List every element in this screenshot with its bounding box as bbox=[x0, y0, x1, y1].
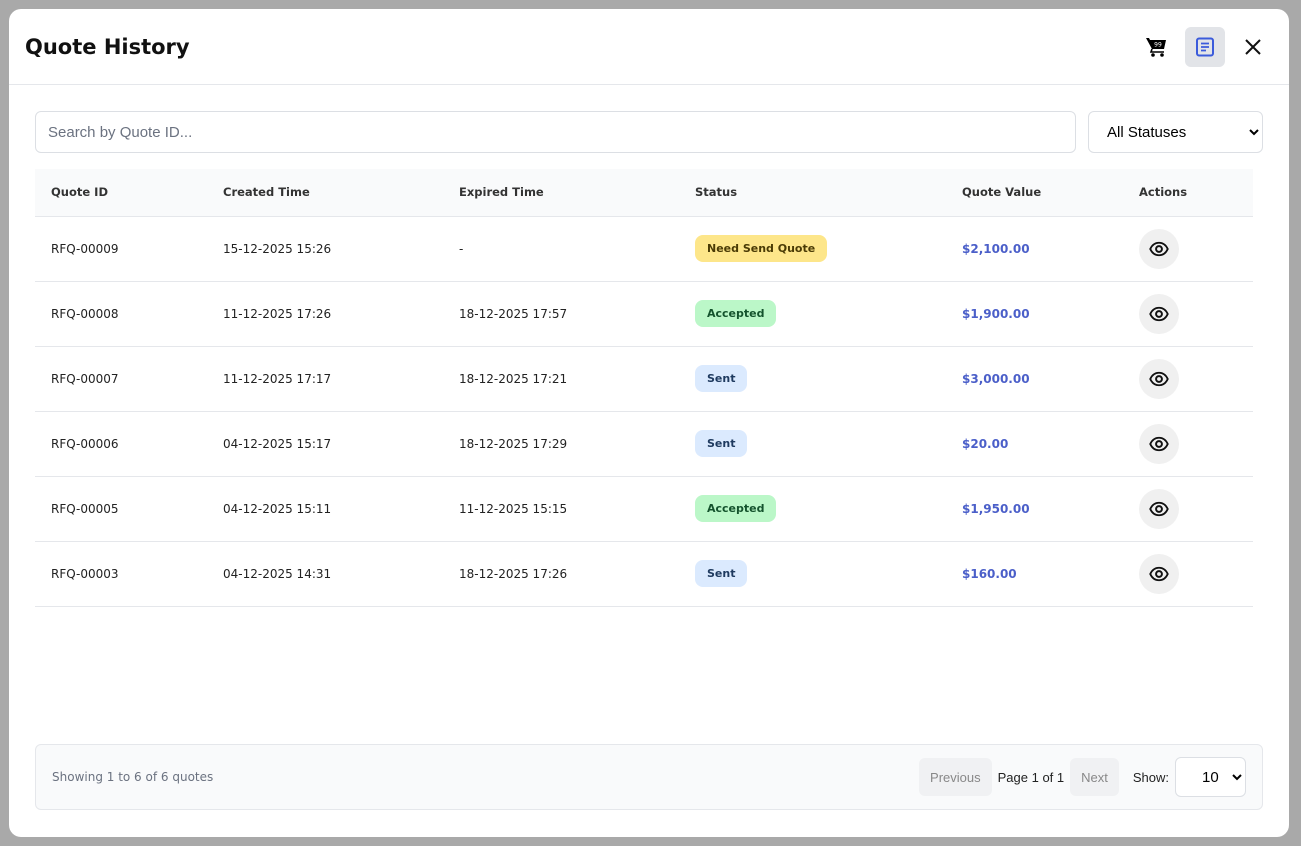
quotes-table: Quote IDCreated TimeExpired TimeStatusQu… bbox=[35, 169, 1253, 607]
quote-id: RFQ-00005 bbox=[35, 476, 207, 541]
status-badge: Need Send Quote bbox=[695, 235, 827, 262]
table-row: RFQ-00009 15-12-2025 15:26 - Need Send Q… bbox=[35, 216, 1253, 281]
next-button[interactable]: Next bbox=[1070, 758, 1119, 796]
quote-id: RFQ-00009 bbox=[35, 216, 207, 281]
actions-cell bbox=[1123, 411, 1253, 476]
expired-time: - bbox=[443, 216, 679, 281]
eye-icon bbox=[1149, 239, 1169, 259]
column-header: Status bbox=[679, 169, 946, 216]
table-row: RFQ-00003 04-12-2025 14:31 18-12-2025 17… bbox=[35, 541, 1253, 606]
modal-header: Quote History 99 bbox=[9, 9, 1289, 85]
eye-icon bbox=[1149, 499, 1169, 519]
pagination-footer: Showing 1 to 6 of 6 quotes Previous Page… bbox=[35, 744, 1263, 810]
quote-id: RFQ-00007 bbox=[35, 346, 207, 411]
page-size-label: Show: bbox=[1133, 770, 1169, 785]
quote-value: $1,950.00 bbox=[946, 476, 1123, 541]
actions-cell bbox=[1123, 281, 1253, 346]
created-time: 04-12-2025 15:17 bbox=[207, 411, 443, 476]
status-badge: Sent bbox=[695, 560, 747, 587]
quote-history-modal: Quote History 99 All Statuses Quote IDCr… bbox=[9, 9, 1289, 837]
created-time: 04-12-2025 14:31 bbox=[207, 541, 443, 606]
expired-time: 18-12-2025 17:21 bbox=[443, 346, 679, 411]
status-cell: Need Send Quote bbox=[679, 216, 946, 281]
created-time: 15-12-2025 15:26 bbox=[207, 216, 443, 281]
status-badge: Accepted bbox=[695, 300, 776, 327]
previous-button[interactable]: Previous bbox=[919, 758, 992, 796]
status-cell: Sent bbox=[679, 411, 946, 476]
status-cell: Sent bbox=[679, 541, 946, 606]
quote-value: $20.00 bbox=[946, 411, 1123, 476]
expired-time: 18-12-2025 17:26 bbox=[443, 541, 679, 606]
quote-id: RFQ-00008 bbox=[35, 281, 207, 346]
page-info: Page 1 of 1 bbox=[998, 770, 1065, 785]
view-quote-button[interactable] bbox=[1139, 554, 1179, 594]
filter-toolbar: All Statuses bbox=[35, 111, 1263, 153]
column-header: Expired Time bbox=[443, 169, 679, 216]
eye-icon bbox=[1149, 369, 1169, 389]
status-cell: Accepted bbox=[679, 281, 946, 346]
actions-cell bbox=[1123, 346, 1253, 411]
view-quote-button[interactable] bbox=[1139, 489, 1179, 529]
status-badge: Sent bbox=[695, 430, 747, 457]
created-time: 11-12-2025 17:17 bbox=[207, 346, 443, 411]
quote-value: $2,100.00 bbox=[946, 216, 1123, 281]
column-header: Quote Value bbox=[946, 169, 1123, 216]
column-header: Created Time bbox=[207, 169, 443, 216]
eye-icon bbox=[1149, 564, 1169, 584]
table-row: RFQ-00006 04-12-2025 15:17 18-12-2025 17… bbox=[35, 411, 1253, 476]
status-cell: Accepted bbox=[679, 476, 946, 541]
expired-time: 18-12-2025 17:29 bbox=[443, 411, 679, 476]
created-time: 11-12-2025 17:26 bbox=[207, 281, 443, 346]
quote-value: $1,900.00 bbox=[946, 281, 1123, 346]
column-header: Actions bbox=[1123, 169, 1253, 216]
cart-quote-button[interactable]: 99 bbox=[1137, 27, 1177, 67]
page-size-select[interactable]: 10 bbox=[1175, 757, 1246, 797]
search-input[interactable] bbox=[35, 111, 1076, 153]
table-row: RFQ-00007 11-12-2025 17:17 18-12-2025 17… bbox=[35, 346, 1253, 411]
quote-value: $3,000.00 bbox=[946, 346, 1123, 411]
quote-id: RFQ-00006 bbox=[35, 411, 207, 476]
expired-time: 11-12-2025 15:15 bbox=[443, 476, 679, 541]
table-row: RFQ-00008 11-12-2025 17:26 18-12-2025 17… bbox=[35, 281, 1253, 346]
showing-count: Showing 1 to 6 of 6 quotes bbox=[52, 770, 919, 784]
close-icon bbox=[1244, 38, 1262, 56]
view-quote-button[interactable] bbox=[1139, 359, 1179, 399]
actions-cell bbox=[1123, 541, 1253, 606]
cart-quote-icon: 99 bbox=[1145, 35, 1169, 59]
quote-id: RFQ-00003 bbox=[35, 541, 207, 606]
expired-time: 18-12-2025 17:57 bbox=[443, 281, 679, 346]
table-row: RFQ-00005 04-12-2025 15:11 11-12-2025 15… bbox=[35, 476, 1253, 541]
quote-value: $160.00 bbox=[946, 541, 1123, 606]
modal-title: Quote History bbox=[25, 35, 1129, 59]
actions-cell bbox=[1123, 476, 1253, 541]
status-cell: Sent bbox=[679, 346, 946, 411]
svg-text:99: 99 bbox=[1154, 41, 1162, 48]
status-filter-select[interactable]: All Statuses bbox=[1088, 111, 1263, 153]
eye-icon bbox=[1149, 304, 1169, 324]
actions-cell bbox=[1123, 216, 1253, 281]
document-list-icon bbox=[1194, 36, 1216, 58]
eye-icon bbox=[1149, 434, 1169, 454]
status-badge: Sent bbox=[695, 365, 747, 392]
close-button[interactable] bbox=[1233, 27, 1273, 67]
status-badge: Accepted bbox=[695, 495, 776, 522]
quote-history-button[interactable] bbox=[1185, 27, 1225, 67]
view-quote-button[interactable] bbox=[1139, 294, 1179, 334]
view-quote-button[interactable] bbox=[1139, 424, 1179, 464]
column-header: Quote ID bbox=[35, 169, 207, 216]
created-time: 04-12-2025 15:11 bbox=[207, 476, 443, 541]
view-quote-button[interactable] bbox=[1139, 229, 1179, 269]
